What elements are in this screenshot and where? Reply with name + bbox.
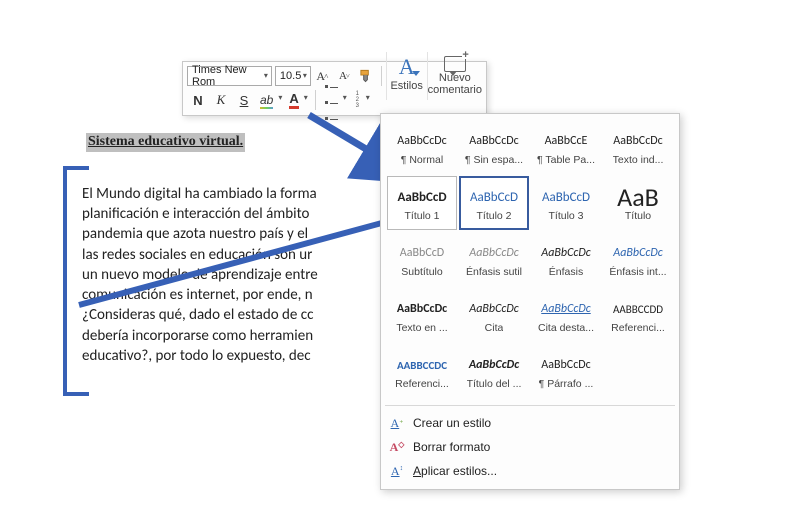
style-option[interactable]: AaBbCcDTítulo 2 — [459, 176, 529, 230]
style-sample: AABBCCDC — [397, 352, 447, 378]
style-sample: AaBbCcDc — [469, 296, 518, 322]
style-sample: AaBbCcDc — [469, 240, 518, 266]
style-option[interactable]: AaBbCcDTítulo 1 — [387, 176, 457, 230]
underline-button[interactable]: S — [234, 89, 254, 111]
style-label: Énfasis sutil — [466, 266, 522, 278]
new-comment-button[interactable]: Nuevo comentario — [427, 52, 482, 100]
format-painter-button[interactable] — [356, 65, 376, 87]
style-label: ¶ Sin espa... — [465, 154, 523, 166]
font-size-select[interactable]: 10.5 ▾ — [275, 66, 311, 86]
create-style-icon: A₊ — [389, 416, 405, 431]
style-option[interactable]: AaBbCcDcÉnfasis int... — [603, 232, 673, 286]
clear-format-label: Borrar formato — [413, 440, 490, 454]
style-label: Cita — [485, 322, 504, 334]
style-option[interactable]: AaBbCcDcTexto ind... — [603, 120, 673, 174]
bullets-button[interactable] — [322, 89, 348, 111]
font-size-value: 10.5 — [280, 70, 301, 82]
eraser-icon: A◇ — [389, 440, 405, 455]
separator — [385, 405, 675, 406]
style-option[interactable]: AaBTítulo — [603, 176, 673, 230]
separator — [381, 66, 382, 86]
style-label: Subtítulo — [401, 266, 442, 278]
style-label: Título del ... — [467, 378, 522, 390]
style-label: Referenci... — [611, 322, 665, 334]
apply-styles-icon: A↕ — [389, 464, 405, 479]
bold-label: N — [193, 93, 202, 108]
numbering-button[interactable]: 1 2 3 — [351, 89, 371, 111]
style-sample: AaBbCcD — [470, 184, 518, 210]
style-sample: AaBbCcE — [545, 128, 588, 154]
font-family-value: Times New Rom — [192, 64, 257, 88]
style-label: Texto ind... — [613, 154, 664, 166]
style-sample: AaBbCcDc — [541, 296, 590, 322]
chevron-down-icon: ▾ — [303, 71, 307, 80]
italic-label: K — [217, 92, 226, 108]
style-sample: AaBbCcDc — [541, 352, 590, 378]
style-sample: AaBbCcDc — [397, 296, 447, 322]
apply-styles-item[interactable]: A↕ Aplicar estilos... — [381, 459, 679, 483]
underline-label: S — [240, 93, 249, 108]
style-option[interactable]: AaBbCcDcTítulo del ... — [459, 344, 529, 398]
style-sample: AaBbCcD — [397, 184, 446, 210]
style-sample: AaBbCcDc — [397, 128, 446, 154]
style-option[interactable]: AaBbCcDcÉnfasis — [531, 232, 601, 286]
style-sample: AaBbCcD — [542, 184, 590, 210]
font-family-select[interactable]: Times New Rom ▾ — [187, 66, 272, 86]
document-title[interactable]: Sistema educativo virtual. — [86, 133, 245, 152]
style-option[interactable]: AaBbCcDTítulo 3 — [531, 176, 601, 230]
style-sample: AaBbCcD — [400, 240, 444, 266]
apply-styles-label: Aplicar estilos... — [413, 464, 497, 478]
style-option[interactable]: AaBbCcE¶ Table Pa... — [531, 120, 601, 174]
chevron-down-icon: ▾ — [264, 71, 268, 80]
styles-icon: A — [399, 54, 415, 80]
style-option[interactable]: AaBbCcDcÉnfasis sutil — [459, 232, 529, 286]
style-label: ¶ Table Pa... — [537, 154, 595, 166]
style-sample: AaBbCcDc — [541, 240, 590, 266]
style-option[interactable]: AaBbCcDcCita desta... — [531, 288, 601, 342]
style-option[interactable]: AaBbCcDc¶ Sin espa... — [459, 120, 529, 174]
style-sample: AaBbCcDc — [469, 352, 519, 378]
style-option[interactable]: AaBbCcDcCita — [459, 288, 529, 342]
style-sample: AaB — [617, 184, 659, 210]
style-label: Énfasis — [549, 266, 583, 278]
create-style-label: Crear un estilo — [413, 416, 491, 430]
highlight-icon: ab — [260, 93, 273, 107]
numbering-icon: 1 2 3 — [356, 92, 359, 108]
italic-button[interactable]: K — [211, 89, 231, 111]
styles-gallery: AaBbCcDc¶ NormalAaBbCcDc¶ Sin espa...AaB… — [380, 113, 680, 490]
separator — [315, 90, 316, 110]
style-label: Título — [625, 210, 651, 222]
style-label: ¶ Párrafo ... — [539, 378, 594, 390]
style-label: Referenci... — [395, 378, 449, 390]
styles-group-label: Estilos — [390, 81, 422, 92]
style-label: Título 2 — [476, 210, 511, 222]
new-comment-label-2: comentario — [428, 85, 482, 96]
style-label: Texto en ... — [396, 322, 447, 334]
style-label: ¶ Normal — [401, 154, 443, 166]
style-option[interactable]: AaBbCcDc¶ Párrafo ... — [531, 344, 601, 398]
styles-group-button[interactable]: A Estilos — [386, 52, 427, 100]
style-option[interactable]: AaBbCcDSubtítulo — [387, 232, 457, 286]
font-color-icon: A — [289, 91, 298, 109]
style-sample: AaBbCcDc — [469, 128, 518, 154]
style-option[interactable]: AABBCCDCReferenci... — [387, 344, 457, 398]
clear-format-item[interactable]: A◇ Borrar formato — [381, 435, 679, 459]
create-style-item[interactable]: A₊ Crear un estilo — [381, 411, 679, 435]
style-label: Título 3 — [548, 210, 583, 222]
style-option[interactable]: AABBCCDDReferenci... — [603, 288, 673, 342]
style-sample: AaBbCcDc — [613, 128, 662, 154]
style-label: Énfasis int... — [609, 266, 666, 278]
font-color-button[interactable]: A — [286, 89, 308, 111]
style-option[interactable]: AaBbCcDcTexto en ... — [387, 288, 457, 342]
style-label: Cita desta... — [538, 322, 594, 334]
comment-icon — [444, 56, 466, 72]
style-sample: AABBCCDD — [613, 296, 663, 322]
mini-toolbar: Times New Rom ▾ 10.5 ▾ A˄ A˅ A Estilos N… — [182, 61, 487, 116]
highlight-button[interactable]: ab — [257, 89, 283, 111]
style-option[interactable]: AaBbCcDc¶ Normal — [387, 120, 457, 174]
bold-button[interactable]: N — [188, 89, 208, 111]
style-label: Título 1 — [404, 210, 439, 222]
style-sample: AaBbCcDc — [613, 240, 662, 266]
